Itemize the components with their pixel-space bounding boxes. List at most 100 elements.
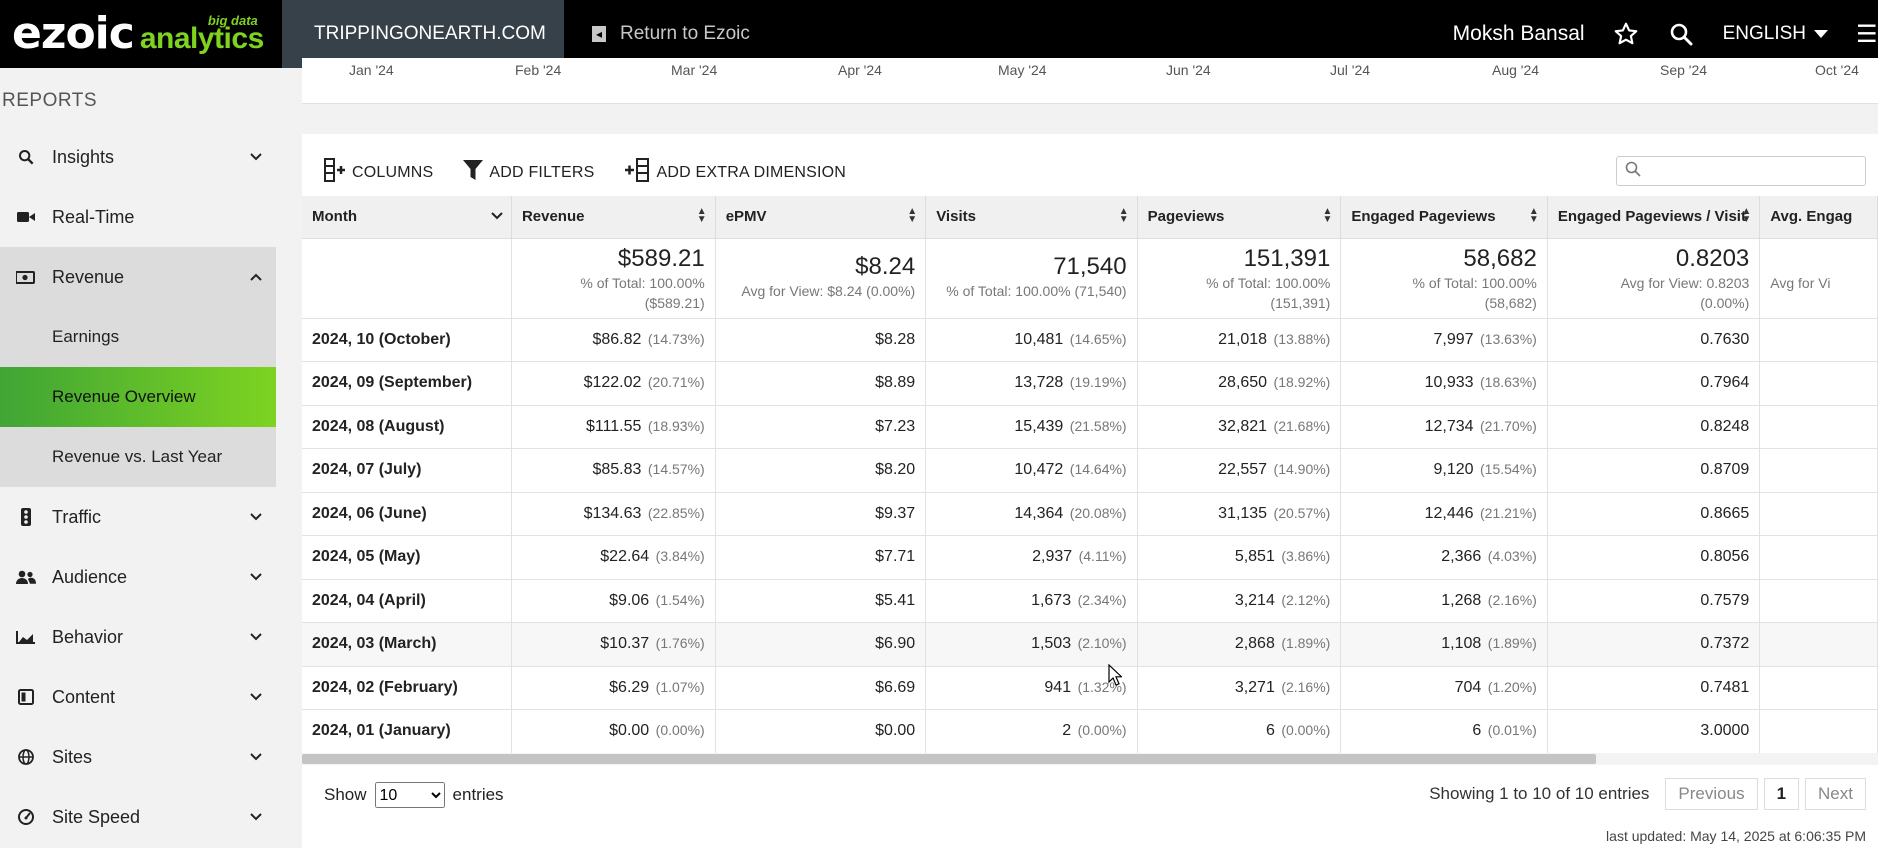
avg-engaged-cell [1759,448,1878,493]
ezoic-logo[interactable]: ezoic big data analytics [0,0,282,68]
column-header-visits[interactable]: Visits ▲ ▼ [925,196,1138,239]
language-dropdown[interactable]: ENGLISH [1723,23,1828,45]
user-name[interactable]: Moksh Bansal [1453,22,1585,46]
revenue-cell: $85.83 (14.57%) [511,448,716,493]
revenue-cell: $134.63 (22.85%) [511,492,716,536]
engaged-pageviews-cell: 1,108 (1.89%) [1340,622,1548,667]
total-avg-engaged-cell: Avg for Vi [1759,238,1878,319]
engaged-per-visit-cell: 0.7579 [1547,579,1761,623]
column-header-engaged-pageviews-per-visit[interactable]: Engaged Pageviews / Visit ▲ ▼ [1547,196,1761,239]
percent-of-total: (1.54%) [655,591,705,608]
add-filters-button[interactable]: ADD FILTERS [463,159,594,186]
table-row: 2024, 10 (October) $86.82 (14.73%) $8.28 10… [302,318,1878,362]
table-row: 2024, 08 (August) $111.55 (18.93%) $7.23 15… [302,405,1878,449]
entries-select[interactable]: 10 [374,782,445,808]
engaged-pageviews-cell: 10,933 (18.63%) [1340,361,1548,406]
cell-value: 22,557 [1218,461,1268,479]
cell-value: 0.7579 [1700,591,1750,609]
cell-value: 14,364 [1014,504,1064,522]
percent-of-total: (19.19%) [1069,374,1127,391]
engaged-per-visit-cell: 0.8056 [1547,535,1761,580]
filter-icon [463,159,484,186]
pageviews-cell: 3,214 (2.12%) [1137,579,1342,623]
engaged-pageviews-cell: 1,268 (2.16%) [1340,579,1548,623]
cell-value: 12,446 [1424,504,1474,522]
sidebar-item-audience[interactable]: Audience [0,547,276,607]
total-epmv-value: $8.24 [855,252,916,280]
cell-value: $134.63 [583,504,642,522]
sidebar-item-real-time[interactable]: Real-Time [0,187,276,247]
cell-value: 0.7964 [1700,374,1750,392]
sidebar-item-revenue[interactable]: Revenue [0,247,276,307]
sidebar-item-insights[interactable]: Insights [0,127,276,187]
pageviews-cell: 6 (0.00%) [1137,709,1342,754]
column-header-avg-engaged[interactable]: Avg. Engag [1759,196,1878,239]
search-icon[interactable] [1669,22,1693,46]
percent-of-total: (0.00%) [1281,722,1331,739]
cell-value: 1,503 [1031,635,1072,653]
chart-x-axis: Jan '24 Feb '24 Mar '24 Apr '24 May '24 … [302,58,1878,104]
cell-value: 21,018 [1218,330,1268,348]
month-cell: 2024, 07 (July) [302,448,512,493]
month-cell: 2024, 09 (September) [302,361,512,406]
columns-label: COLUMNS [352,163,434,181]
table-search-input[interactable] [1616,156,1866,186]
percent-of-total: (3.84%) [655,548,705,565]
cell-value: 941 [1044,678,1072,696]
cell-value: 2,937 [1032,548,1073,566]
total-visits-cell: 71,540 % of Total: 100.00% (71,540) [925,238,1138,319]
list-menu-icon[interactable]: ☰ [1856,20,1878,49]
language-label: ENGLISH [1722,23,1806,44]
engaged-per-visit-cell: 0.8248 [1547,405,1761,449]
star-icon[interactable] [1613,21,1639,47]
visits-cell: 2,937 (4.11%) [925,535,1138,580]
total-revenue-pct: % of Total: 100.00% [580,274,705,291]
add-extra-dimension-button[interactable]: ADD EXTRA DIMENSION [624,158,846,187]
column-header-epmv[interactable]: ePMV ▲ ▼ [715,196,927,239]
column-header-month[interactable]: Month [302,196,512,239]
month-cell: 2024, 06 (June) [302,492,512,536]
sidebar-item-label: Audience [52,566,128,587]
horizontal-scrollbar[interactable] [302,753,1878,765]
cell-value: $9.06 [609,591,650,609]
pageviews-cell: 5,851 (3.86%) [1137,535,1342,580]
sort-icon: ▲ ▼ [907,206,918,225]
sidebar-item-content[interactable]: Content [0,667,276,727]
engaged-pageviews-cell: 12,446 (21.21%) [1340,492,1548,536]
previous-page-button[interactable]: Previous [1665,778,1758,810]
columns-button[interactable]: COLUMNS [324,158,433,187]
sidebar-subitem-revenue-overview[interactable]: Revenue Overview [0,367,276,427]
epmv-cell: $9.37 [715,492,927,536]
sidebar-item-label: Traffic [52,506,102,527]
percent-of-total: (3.86%) [1281,548,1331,565]
cell-value: 1,108 [1441,635,1482,653]
percent-of-total: (1.89%) [1281,635,1331,652]
total-visits-value: 71,540 [1053,252,1127,280]
percent-of-total: (4.03%) [1487,548,1537,565]
engaged-pageviews-cell: 2,366 (4.03%) [1340,535,1548,580]
column-header-revenue[interactable]: Revenue ▲ ▼ [511,196,716,239]
sidebar-item-behavior[interactable]: Behavior [0,607,276,667]
engaged-per-visit-cell: 0.7630 [1547,318,1761,362]
sidebar: REPORTS Insights Real-Time Revenue Earni… [0,68,282,848]
avg-engaged-cell [1759,709,1878,754]
sidebar-item-site-speed[interactable]: Site Speed [0,787,276,847]
revenue-cell: $122.02 (20.71%) [511,361,716,406]
sidebar-subitem-earnings[interactable]: Earnings [0,307,276,367]
revenue-cell: $9.06 (1.54%) [511,579,716,623]
table-row: 2024, 05 (May) $22.64 (3.84%) $7.71 2,937 (… [302,535,1878,580]
cell-value: 32,821 [1218,417,1268,435]
cell-value: 0.8248 [1700,417,1750,435]
sidebar-subitem-revenue-vs-last-year[interactable]: Revenue vs. Last Year [0,427,276,487]
scrollbar-thumb[interactable] [302,754,1596,764]
percent-of-total: (20.71%) [647,374,705,391]
column-header-pageviews[interactable]: Pageviews ▲ ▼ [1137,196,1342,239]
sidebar-item-traffic[interactable]: Traffic [0,487,276,547]
cell-value: 704 [1454,678,1482,696]
avg-engaged-cell [1759,535,1878,580]
sidebar-item-sites[interactable]: Sites [0,727,276,787]
month-cell: 2024, 03 (March) [302,622,512,667]
page-1-button[interactable]: 1 [1763,778,1800,810]
next-page-button[interactable]: Next [1805,778,1866,810]
column-header-engaged-pageviews[interactable]: Engaged Pageviews ▲ ▼ [1340,196,1548,239]
